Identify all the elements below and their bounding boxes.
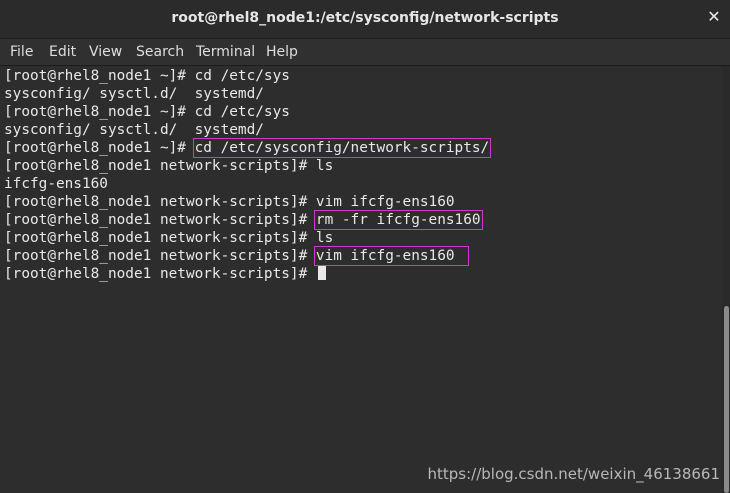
title-bar: root@rhel8_node1:/etc/sysconfig/network-… bbox=[0, 0, 730, 39]
terminal-line: [root@rhel8_node1 ~]# cd /etc/sys bbox=[4, 103, 290, 121]
scrollbar[interactable] bbox=[722, 66, 730, 493]
menu-bar: File Edit View Search Terminal Help bbox=[0, 39, 730, 66]
prompt: [root@rhel8_node1 network-scripts]# bbox=[4, 266, 316, 282]
command: ls bbox=[315, 230, 334, 246]
text-cursor bbox=[317, 266, 326, 280]
prompt: [root@rhel8_node1 ~]# bbox=[4, 68, 195, 84]
terminal-line: sysconfig/ sysctl.d/ systemd/ bbox=[4, 122, 264, 138]
terminal-line: [root@rhel8_node1 ~]# cd /etc/sys bbox=[4, 67, 290, 85]
terminal-line: ifcfg-ens160 bbox=[4, 176, 108, 192]
terminal-line: [root@rhel8_node1 network-scripts]# ls bbox=[4, 229, 333, 247]
prompt: [root@rhel8_node1 network-scripts]# bbox=[4, 212, 316, 228]
menu-file[interactable]: File bbox=[10, 44, 33, 60]
prompt: [root@rhel8_node1 network-scripts]# bbox=[4, 194, 316, 210]
terminal-output[interactable]: [root@rhel8_node1 ~]# cd /etc/sys syscon… bbox=[0, 66, 722, 493]
watermark: https://blog.csdn.net/weixin_46138661 bbox=[427, 465, 720, 483]
command: ls bbox=[315, 158, 334, 174]
prompt: [root@rhel8_node1 network-scripts]# bbox=[4, 230, 316, 246]
terminal-line: [root@rhel8_node1 network-scripts]# rm -… bbox=[4, 210, 483, 230]
menu-edit[interactable]: Edit bbox=[49, 44, 76, 60]
command: cd /etc/sys bbox=[194, 104, 290, 120]
prompt: [root@rhel8_node1 ~]# bbox=[4, 104, 195, 120]
menu-help[interactable]: Help bbox=[266, 44, 298, 60]
prompt: [root@rhel8_node1 ~]# bbox=[4, 140, 195, 156]
terminal-line: [root@rhel8_node1 network-scripts]# ls bbox=[4, 157, 333, 175]
terminal-line: [root@rhel8_node1 network-scripts]# vim … bbox=[4, 246, 469, 266]
highlighted-command: cd /etc/sysconfig/network-scripts/ bbox=[192, 138, 492, 158]
terminal-line: [root@rhel8_node1 network-scripts]# vim … bbox=[4, 193, 455, 211]
command: cd /etc/sys bbox=[194, 68, 290, 84]
close-icon[interactable]: ✕ bbox=[706, 9, 722, 25]
scrollbar-thumb[interactable] bbox=[724, 306, 729, 493]
menu-view[interactable]: View bbox=[89, 44, 122, 60]
prompt: [root@rhel8_node1 network-scripts]# bbox=[4, 158, 316, 174]
highlighted-command: rm -fr ifcfg-ens160 bbox=[313, 210, 483, 230]
terminal-line[interactable]: [root@rhel8_node1 network-scripts]# bbox=[4, 265, 326, 283]
window-title: root@rhel8_node1:/etc/sysconfig/network-… bbox=[171, 10, 559, 26]
highlighted-command: vim ifcfg-ens160 bbox=[313, 246, 469, 266]
command: vim ifcfg-ens160 bbox=[315, 194, 455, 210]
prompt: [root@rhel8_node1 network-scripts]# bbox=[4, 248, 316, 264]
terminal-line: sysconfig/ sysctl.d/ systemd/ bbox=[4, 86, 264, 102]
menu-search[interactable]: Search bbox=[136, 44, 184, 60]
menu-terminal[interactable]: Terminal bbox=[196, 44, 255, 60]
terminal-line: [root@rhel8_node1 ~]# cd /etc/sysconfig/… bbox=[4, 138, 492, 158]
